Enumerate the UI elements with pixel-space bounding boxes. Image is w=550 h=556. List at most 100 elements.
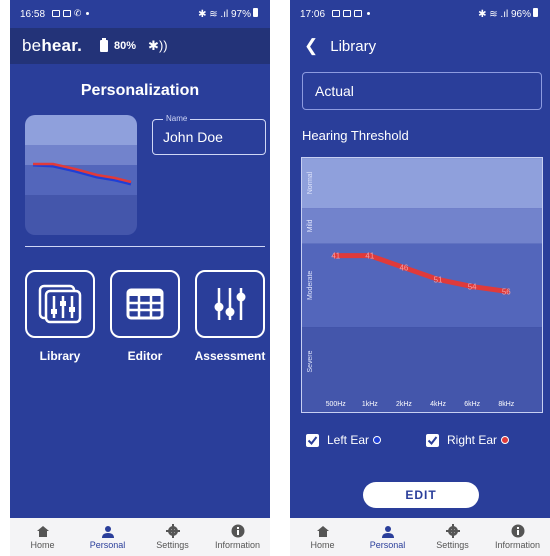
nav-information[interactable]: Information bbox=[485, 518, 550, 556]
x-tick-label: 4kHz bbox=[430, 401, 446, 408]
nav-personal-label: Personal bbox=[369, 540, 406, 550]
nav-settings-label: Settings bbox=[156, 540, 189, 550]
nav-information-label: Information bbox=[214, 540, 261, 550]
grid-table-icon bbox=[126, 288, 164, 320]
status-time: 16:58 bbox=[20, 9, 46, 20]
preview-curves bbox=[32, 162, 132, 186]
notification-icons bbox=[331, 9, 370, 17]
gallery-icon bbox=[353, 9, 362, 17]
nav-personal-label: Personal bbox=[89, 540, 126, 550]
data-label: 56 bbox=[502, 287, 511, 296]
editor-tile-button[interactable] bbox=[110, 270, 180, 338]
status-bar: 17:06 ✱ ≋ .ıl 96% bbox=[290, 0, 550, 28]
data-label: 41 bbox=[365, 252, 374, 261]
gear-icon bbox=[165, 524, 180, 538]
phone-icon: ✆ bbox=[73, 8, 82, 18]
left-ear-preview-line bbox=[32, 163, 132, 186]
screen-title: Library bbox=[330, 37, 377, 55]
left-ear-color-dot bbox=[373, 436, 382, 444]
bluetooth-icon[interactable]: ✱)) bbox=[148, 38, 168, 54]
x-tick-label: 500Hz bbox=[326, 401, 347, 408]
x-tick-label: 8kHz bbox=[498, 401, 514, 408]
device-battery-icon bbox=[100, 38, 109, 52]
nav-home[interactable]: Home bbox=[10, 518, 75, 556]
section-divider bbox=[25, 246, 265, 247]
nav-home[interactable]: Home bbox=[290, 518, 355, 556]
status-time: 17:06 bbox=[300, 8, 326, 20]
status-left: 17:06 bbox=[300, 9, 370, 20]
right-ear-toggle[interactable]: Right Ear bbox=[426, 433, 510, 447]
band-mild bbox=[302, 208, 542, 244]
more-notifications-icon bbox=[366, 11, 370, 15]
back-chevron-icon[interactable]: ❮ bbox=[304, 36, 318, 56]
page-title: Personalization bbox=[80, 82, 200, 99]
personalization-screen: 16:58 ✆ ✱ ≋ .ıl 97% behear. 80% ✱)) Pers… bbox=[10, 0, 270, 556]
editor-tile-label: Editor bbox=[127, 349, 163, 363]
gallery-icon bbox=[62, 10, 71, 17]
band-label-severe: Severe bbox=[307, 350, 314, 372]
app-bar: ❮ Library bbox=[290, 28, 550, 64]
home-icon bbox=[36, 524, 50, 538]
library-sliders-icon bbox=[38, 284, 82, 324]
data-label: 54 bbox=[468, 283, 477, 292]
band-normal bbox=[302, 158, 542, 209]
notification-icons: ✆ bbox=[51, 8, 90, 19]
status-left: 16:58 ✆ bbox=[20, 8, 90, 20]
nav-information[interactable]: Information bbox=[205, 518, 270, 556]
nav-information-label: Information bbox=[494, 540, 541, 550]
right-ear-color-dot bbox=[501, 436, 510, 444]
gear-icon bbox=[445, 524, 460, 538]
bottom-navigation: Home Personal Settings Information bbox=[290, 518, 550, 556]
bluetooth-status-icon: ✱ bbox=[478, 9, 487, 20]
left-ear-label: Left Ear bbox=[327, 433, 370, 447]
library-tile-label: Library bbox=[39, 349, 81, 363]
info-icon bbox=[511, 524, 525, 538]
nav-settings-label: Settings bbox=[436, 540, 469, 550]
info-icon bbox=[231, 524, 245, 538]
library-tile-button[interactable] bbox=[25, 270, 95, 338]
band-label-moderate: Moderate bbox=[307, 271, 314, 300]
library-screen: 17:06 ✱ ≋ .ıl 96% ❮ Library Actual Heari… bbox=[290, 0, 550, 556]
name-field[interactable]: Name John Doe bbox=[152, 114, 266, 155]
status-battery: 96% bbox=[510, 9, 531, 20]
gallery-icon bbox=[331, 9, 340, 17]
person-icon bbox=[381, 524, 395, 538]
assessment-tile-button[interactable] bbox=[195, 270, 265, 338]
brand-bar: behear. 80% ✱)) bbox=[10, 28, 270, 64]
x-tick-label: 2kHz bbox=[396, 401, 412, 408]
hearing-threshold-chart[interactable]: Normal Mild Moderate Severe 500Hz 1kHz 2kHz 4kH… bbox=[301, 157, 543, 413]
brand-logo: behear. bbox=[22, 36, 83, 55]
home-icon bbox=[316, 524, 330, 538]
nav-personal[interactable]: Personal bbox=[355, 518, 420, 556]
signal-icon: .ıl bbox=[220, 9, 229, 20]
preset-value: Actual bbox=[315, 83, 354, 99]
status-bar: 16:58 ✆ ✱ ≋ .ıl 97% bbox=[10, 0, 270, 28]
nav-settings[interactable]: Settings bbox=[420, 518, 485, 556]
person-icon bbox=[101, 524, 115, 538]
chart-title: Hearing Threshold bbox=[302, 128, 409, 143]
bluetooth-status-icon: ✱ bbox=[198, 9, 207, 20]
data-label: 46 bbox=[400, 264, 409, 273]
data-label: 51 bbox=[434, 275, 443, 284]
nav-personal[interactable]: Personal bbox=[75, 518, 140, 556]
data-label: 41 bbox=[331, 252, 340, 261]
left-ear-checkbox[interactable] bbox=[306, 433, 319, 447]
nav-home-label: Home bbox=[310, 540, 335, 550]
preset-select-field[interactable]: Actual bbox=[302, 72, 542, 110]
band-label-mild: Mild bbox=[307, 219, 314, 232]
wifi-icon: ≋ bbox=[489, 9, 498, 20]
left-ear-toggle[interactable]: Left Ear bbox=[306, 433, 382, 447]
device-battery-percent: 80% bbox=[114, 40, 137, 52]
signal-icon: .ıl bbox=[500, 9, 509, 20]
hearing-preview-chart[interactable] bbox=[25, 115, 137, 235]
assessment-tile-label: Assessment bbox=[194, 349, 266, 363]
more-notifications-icon bbox=[86, 12, 90, 15]
sliders-icon bbox=[214, 288, 246, 320]
bottom-navigation: Home Personal Settings Information bbox=[10, 518, 270, 556]
band-label-normal: Normal bbox=[307, 171, 314, 194]
edit-button[interactable]: EDIT bbox=[363, 482, 479, 508]
right-ear-checkbox[interactable] bbox=[426, 433, 439, 447]
gallery-icon bbox=[51, 10, 60, 17]
status-battery: 97% bbox=[230, 9, 251, 20]
nav-settings[interactable]: Settings bbox=[140, 518, 205, 556]
